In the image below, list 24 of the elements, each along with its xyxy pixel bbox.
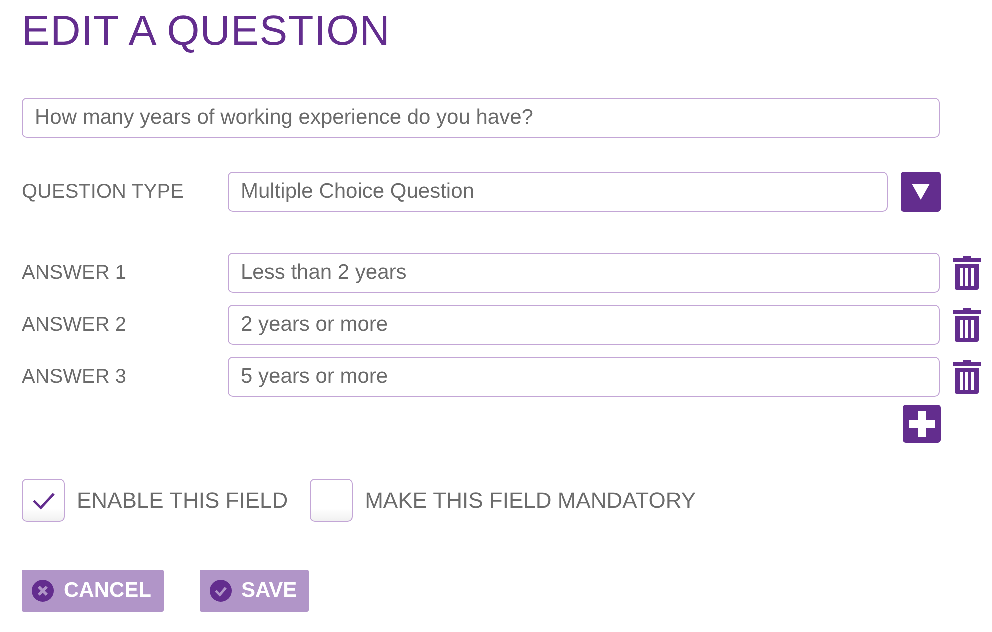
close-icon (32, 580, 54, 602)
trash-icon[interactable] (953, 308, 981, 342)
checkbox-label: MAKE THIS FIELD MANDATORY (365, 488, 696, 514)
question-type-label: QUESTION TYPE (22, 180, 185, 204)
add-answer-button[interactable] (903, 405, 941, 443)
trash-icon[interactable] (953, 360, 981, 394)
answer-field[interactable]: 2 years or more (228, 305, 940, 345)
question-type-select[interactable]: Multiple Choice Question (228, 172, 888, 212)
check-icon (210, 580, 232, 602)
checkbox[interactable] (22, 479, 65, 522)
answer-label: ANSWER 1 (22, 262, 128, 284)
dropdown-button[interactable] (901, 172, 941, 212)
answer-field[interactable]: 5 years or more (228, 357, 940, 397)
answer-label: ANSWER 2 (22, 314, 128, 336)
checkmark-icon (32, 492, 56, 510)
answer-label: ANSWER 3 (22, 366, 128, 388)
page-title: EDIT A QUESTION (22, 6, 392, 56)
triangle-icon (912, 184, 930, 200)
plus-icon (909, 411, 935, 437)
checkbox[interactable] (310, 479, 354, 522)
checkbox-label: ENABLE THIS FIELD (77, 488, 288, 514)
question-field[interactable]: How many years of working experience do you have? (22, 98, 940, 138)
trash-icon[interactable] (953, 256, 981, 290)
answer-field[interactable]: Less than 2 years (228, 253, 940, 293)
